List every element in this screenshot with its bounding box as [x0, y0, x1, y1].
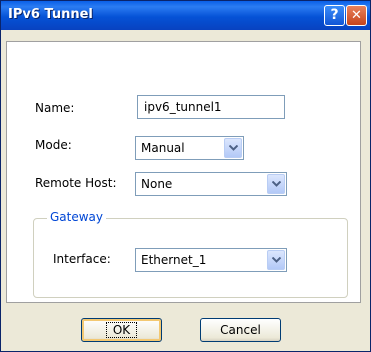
chevron-down-icon[interactable]	[267, 250, 285, 270]
title-bar[interactable]: IPv6 Tunnel ? ✕	[1, 1, 370, 30]
close-icon: ✕	[351, 8, 362, 23]
interface-select-value: Ethernet_1	[141, 253, 207, 267]
chevron-down-icon[interactable]	[224, 138, 242, 158]
interface-label: Interface:	[53, 252, 111, 266]
remote-host-select-value: None	[141, 177, 173, 191]
remote-host-select[interactable]: None	[135, 172, 287, 196]
mode-label: Mode:	[35, 138, 72, 152]
interface-select[interactable]: Ethernet_1	[135, 248, 287, 272]
name-field[interactable]: ipv6_tunnel1	[137, 95, 285, 119]
close-button[interactable]: ✕	[346, 5, 367, 26]
cancel-button-label: Cancel	[220, 323, 261, 337]
mode-select-value: Manual	[141, 141, 185, 155]
window-title: IPv6 Tunnel	[8, 7, 93, 22]
chevron-down-icon[interactable]	[267, 174, 285, 194]
ok-button[interactable]: OK	[81, 318, 162, 342]
name-label: Name:	[35, 101, 75, 115]
ok-button-label: OK	[105, 322, 138, 338]
help-button[interactable]: ?	[324, 5, 345, 26]
gateway-group-title: Gateway	[47, 210, 107, 224]
remote-host-label: Remote Host:	[35, 176, 117, 190]
name-field-value: ipv6_tunnel1	[144, 100, 222, 114]
help-icon: ?	[330, 7, 339, 23]
mode-select[interactable]: Manual	[135, 136, 244, 160]
cancel-button[interactable]: Cancel	[200, 318, 281, 342]
